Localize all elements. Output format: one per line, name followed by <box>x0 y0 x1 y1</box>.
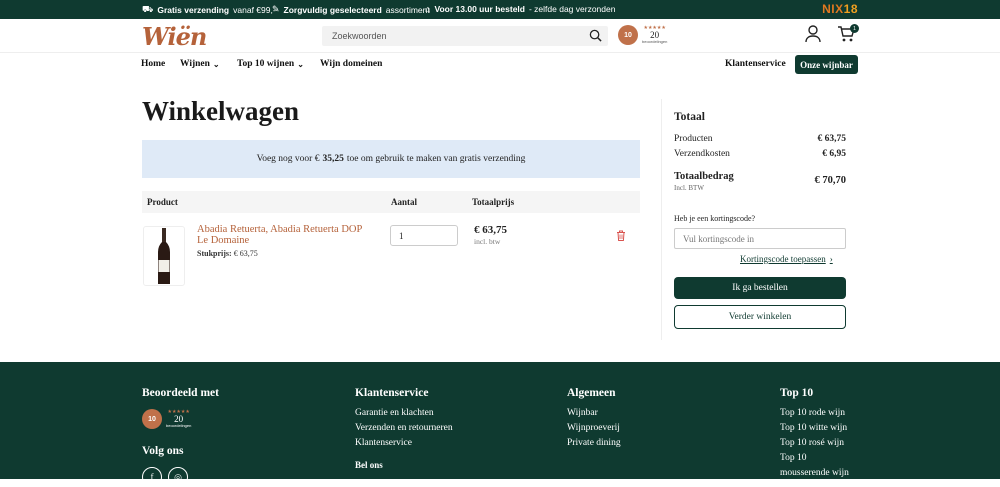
rating-badge: 10 <box>618 25 638 45</box>
footer-algemeen-title: Algemeen <box>567 387 616 399</box>
summary-incl: Incl. BTW <box>674 184 704 192</box>
search-placeholder: Zoekwoorden <box>332 31 387 41</box>
footer-top10-links: Top 10 rode wijn Top 10 witte wijn Top 1… <box>780 406 849 481</box>
usp-text: - zelfde dag verzonden <box>528 4 616 14</box>
col-aantal: Aantal <box>391 197 418 207</box>
trash-icon[interactable] <box>616 230 626 241</box>
free-shipping-notice: Voeg nog voor € 35,25 toe om gebruik te … <box>142 140 640 178</box>
footer-klantenservice-title: Klantenservice <box>355 387 429 399</box>
usp-text-bold: Zorgvuldig geselecteerd <box>283 4 382 15</box>
footer-link[interactable]: Top 10 rode wijn <box>780 406 849 421</box>
footer-link[interactable]: Top 10 <box>780 451 849 466</box>
cart-table-header: Product Aantal Totaalprijs <box>142 191 640 213</box>
product-image[interactable] <box>143 226 185 286</box>
continue-shopping-button[interactable]: Verder winkelen <box>674 305 846 329</box>
quantity-input[interactable]: 1 <box>390 225 458 246</box>
nix18-logo: NIX18 <box>822 2 858 16</box>
footer-rating-widget[interactable]: 10 ★★★★★ 20 beoordelingen <box>142 409 191 429</box>
footer-link[interactable]: Wijnbar <box>567 406 621 421</box>
usp-selection: ✎ Zorgvuldig geselecteerd assortiment <box>272 4 430 15</box>
summary-products-row: Producten € 63,75 <box>674 134 846 144</box>
sidebar-divider <box>661 99 662 340</box>
site-footer: Beoordeeld met 10 ★★★★★ 20 beoordelingen… <box>0 362 1000 487</box>
nav-klantenservice[interactable]: Klantenservice <box>725 59 786 69</box>
product-name-link[interactable]: Abadia Retuerta, Abadia Retuerta DOP Le … <box>197 224 367 246</box>
home-icon: ⌂ <box>425 4 431 14</box>
site-header: Wiën Zoekwoorden 10 ★★★★★ 20 beoordeling… <box>0 19 1000 53</box>
coupon-question: Heb je een kortingscode? <box>674 214 756 223</box>
nav-home[interactable]: Home <box>141 59 165 69</box>
footer-subtitle: Bel ons <box>355 460 383 470</box>
footer-follow-title: Volg ons <box>142 445 184 457</box>
usp-text: vanaf €99,- <box>233 5 276 15</box>
chevron-down-icon: ⌄ <box>212 59 220 69</box>
notice-text: Voeg nog voor € <box>256 154 320 164</box>
summary-shipping-row: Verzendkosten € 6,95 <box>674 149 846 159</box>
usp-text-bold: Voor 13.00 uur besteld <box>434 4 525 14</box>
notice-amount: 35,25 <box>322 154 344 164</box>
checkout-button[interactable]: Ik ga bestellen <box>674 277 846 299</box>
footer-link[interactable]: Garantie en klachten <box>355 406 453 421</box>
footer-link[interactable]: Top 10 rosé wijn <box>780 436 849 451</box>
nav-top10[interactable]: Top 10 wijnen ⌄ <box>237 59 304 69</box>
usp-text: assortiment <box>385 4 430 15</box>
notice-text: toe om gebruik te maken van gratis verze… <box>346 154 526 164</box>
summary-title: Totaal <box>674 111 705 123</box>
usp-text-bold: Gratis verzending <box>157 5 230 15</box>
line-total: € 63,75 <box>474 224 507 236</box>
nav-domeinen[interactable]: Wijn domeinen <box>320 59 382 69</box>
nav-wijnen[interactable]: Wijnen ⌄ <box>180 59 220 69</box>
rating-badge: 10 <box>142 409 162 429</box>
rating-widget[interactable]: 10 ★★★★★ 20 beoordelingen <box>618 25 667 45</box>
footer-link[interactable]: Wijnproeverij <box>567 421 621 436</box>
main-nav: Home Wijnen ⌄ Top 10 wijnen ⌄ Wijn domeine… <box>0 53 1000 77</box>
footer-rating-title: Beoordeeld met <box>142 387 219 399</box>
rating-label: beoordelingen <box>166 423 192 428</box>
coupon-input[interactable]: Vul kortingscode in <box>674 228 846 249</box>
tag-icon: ✎ <box>272 4 280 14</box>
search-icon[interactable] <box>589 29 602 42</box>
footer-klantenservice-links: Garantie en klachten Verzenden en retour… <box>355 406 453 473</box>
rating-label: beoordelingen <box>642 39 668 44</box>
usp-free-shipping: ⛟ Gratis verzending vanaf €99,- <box>142 4 276 16</box>
chevron-down-icon: ⌄ <box>297 59 304 69</box>
col-totaalprijs: Totaalprijs <box>472 197 515 207</box>
unit-price: Stukprijs: € 63,75 <box>197 249 258 258</box>
search-input[interactable]: Zoekwoorden <box>322 26 608 46</box>
user-icon[interactable] <box>805 25 821 43</box>
cart-count-badge: 1 <box>850 24 859 33</box>
usp-same-day: ⌂ Voor 13.00 uur besteld - zelfde dag ve… <box>425 4 615 14</box>
footer-link[interactable]: Verzenden en retourneren <box>355 421 453 436</box>
chevron-right-icon: › <box>829 254 833 264</box>
wine-bottle-icon <box>158 228 170 284</box>
line-total-incl: incl. btw <box>474 237 501 246</box>
footer-link[interactable]: Private dining <box>567 436 621 451</box>
footer-algemeen-links: Wijnbar Wijnproeverij Private dining <box>567 406 621 451</box>
col-product: Product <box>147 197 178 207</box>
footer-link[interactable]: Klantenservice <box>355 436 453 451</box>
truck-icon: ⛟ <box>142 4 154 14</box>
page-title: Winkelwagen <box>142 96 300 126</box>
usp-bar: ⛟ Gratis verzending vanaf €99,- ✎ Zorgvu… <box>0 0 1000 19</box>
site-logo[interactable]: Wiën <box>142 22 207 51</box>
instagram-icon[interactable]: ◎ <box>168 467 188 487</box>
onze-wijnbar-button[interactable]: Onze wijnbar <box>795 55 858 74</box>
apply-coupon-link[interactable]: Kortingscode toepassen › <box>740 254 833 264</box>
facebook-icon[interactable]: f <box>142 467 162 487</box>
footer-top10-title: Top 10 <box>780 387 814 399</box>
footer-link[interactable]: Top 10 witte wijn <box>780 421 849 436</box>
